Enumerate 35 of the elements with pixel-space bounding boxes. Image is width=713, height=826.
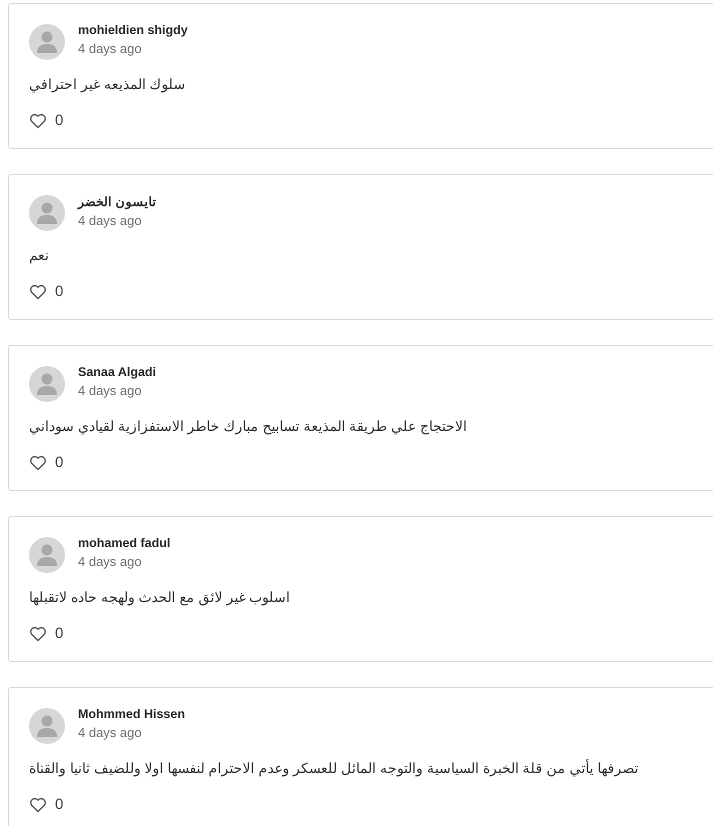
timestamp: 4 days ago: [78, 383, 143, 398]
comment-text: اسلوب غير لائق مع الحدث ولهجه حاده لاتقبلها: [29, 589, 290, 605]
timestamp: 4 days ago: [78, 725, 143, 740]
like-button[interactable]: [29, 454, 47, 470]
like-button[interactable]: [29, 112, 47, 128]
heart-icon: [29, 112, 47, 128]
avatar-icon: [29, 366, 65, 402]
like-button[interactable]: [29, 796, 47, 812]
avatar-icon: [29, 537, 65, 573]
author-name: mohieldien shigdy: [78, 23, 188, 37]
like-count: 0: [55, 112, 64, 129]
comment-text: سلوك المذيعه غير احترافي: [29, 76, 186, 92]
timestamp: 4 days ago: [78, 213, 143, 228]
like-count: 0: [55, 283, 64, 300]
author-name: Mohmmed Hissen: [78, 707, 185, 721]
like-button[interactable]: [29, 626, 47, 642]
author-name: Sanaa Algadi: [78, 365, 156, 379]
like-count: 0: [55, 796, 64, 813]
timestamp: 4 days ago: [78, 41, 143, 56]
heart-icon: [29, 454, 47, 470]
avatar-icon: [29, 195, 65, 231]
timestamp: 4 days ago: [78, 554, 143, 569]
comment-text: الاحتجاج علي طريقة المذيعة تسابيح مبارك خاطر الاستفزازية لقيادي سوداني: [29, 418, 468, 434]
like-button[interactable]: [29, 284, 47, 300]
heart-icon: [29, 284, 47, 300]
like-count: 0: [55, 625, 64, 642]
author-name: mohamed fadul: [78, 536, 170, 550]
heart-icon: [29, 796, 47, 812]
comment-text: نعم: [29, 247, 49, 263]
comment-text: تصرفها يأتي من قلة الخبرة السياسية والتوجه المائل للعسكر وعدم الاحترام لنفسها اولا وللضيف ثانيا والقناة: [29, 760, 638, 776]
author-name: تايسون الخضر: [78, 194, 156, 209]
like-count: 0: [55, 454, 64, 471]
avatar-icon: [29, 24, 65, 60]
heart-icon: [29, 626, 47, 642]
avatar-icon: [29, 708, 65, 744]
